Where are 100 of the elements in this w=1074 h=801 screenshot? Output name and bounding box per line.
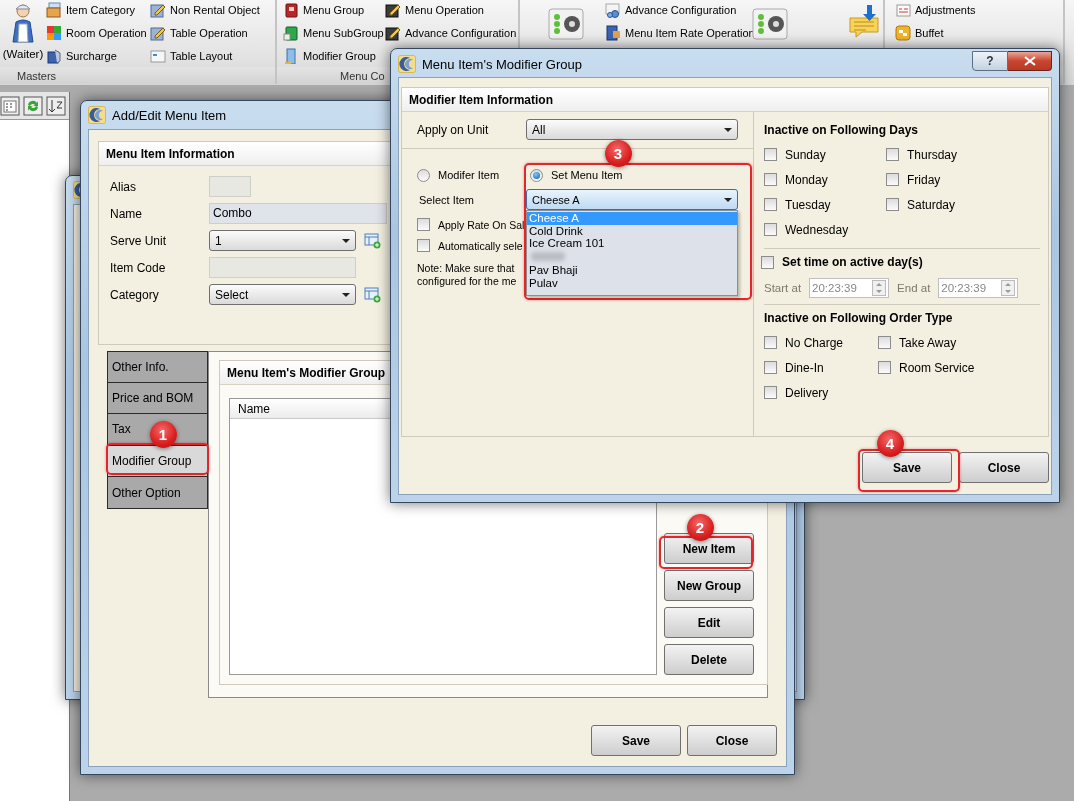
- checkbox[interactable]: [417, 218, 430, 231]
- checkbox[interactable]: [878, 336, 891, 349]
- dropdown-option[interactable]: Pulav: [527, 276, 737, 289]
- ribbon-item[interactable]: Menu Item Rate Operation: [605, 21, 752, 44]
- box-icon: [46, 47, 62, 64]
- refresh-icon[interactable]: [23, 95, 43, 116]
- ribbon-item[interactable]: Menu Operation: [385, 0, 522, 21]
- ribbon-item[interactable]: Adjustments: [895, 0, 1065, 21]
- action-button[interactable]: Edit: [664, 607, 754, 638]
- caret-icon: [342, 238, 350, 243]
- field-label: Serve Unit: [110, 233, 168, 248]
- tile-icon: [895, 24, 911, 41]
- logo-icon: [398, 55, 416, 73]
- checkbox-label: Apply Rate On Sal: [438, 218, 525, 231]
- checkbox-label: Sunday: [785, 147, 826, 162]
- window-title: Menu Item's Modifier Group: [422, 56, 582, 72]
- dialog-button[interactable]: Save: [862, 452, 952, 483]
- ribbon-item[interactable]: Advance Configuration: [385, 21, 522, 44]
- checkbox[interactable]: [764, 386, 777, 399]
- action-button[interactable]: New Group: [664, 570, 754, 601]
- edit-icon: [150, 24, 166, 41]
- column-header: Name: [238, 401, 270, 416]
- tab[interactable]: Other Option: [107, 477, 208, 509]
- dropdown-option[interactable]: Cold Drink: [527, 224, 737, 237]
- ribbon-button[interactable]: (Waiter): [0, 0, 46, 60]
- logo-icon: [88, 106, 106, 124]
- table-add-icon[interactable]: [364, 232, 381, 249]
- ribbon-item[interactable]: Surcharge: [46, 44, 150, 67]
- checkbox[interactable]: [886, 198, 899, 211]
- text-field[interactable]: [209, 176, 251, 197]
- dropdown-option[interactable]: Pav Bhaji: [527, 264, 737, 277]
- close-button[interactable]: [1008, 51, 1052, 71]
- ribbon-item[interactable]: Item Category: [46, 0, 150, 21]
- checkbox[interactable]: [764, 336, 777, 349]
- settings-panel-icon[interactable]: [548, 8, 584, 40]
- checkbox-label: Thursday: [907, 147, 958, 162]
- color-grid-icon: [46, 24, 62, 41]
- document-icon: [605, 24, 621, 41]
- checkbox[interactable]: [764, 223, 777, 236]
- field-label: Select Item: [418, 193, 476, 206]
- text-field[interactable]: [209, 257, 356, 278]
- checkbox-label: Delivery: [785, 385, 829, 400]
- section-title: Modifier Item Information: [402, 88, 1048, 112]
- text-field[interactable]: Combo: [209, 203, 387, 224]
- dialog-button[interactable]: Save: [591, 725, 681, 756]
- note-text: Note: Make sure that configured for the me: [417, 262, 518, 288]
- ribbon-item[interactable]: Table Operation: [150, 21, 274, 44]
- ribbon-item[interactable]: Room Operation: [46, 21, 150, 44]
- section-title: Inactive on Following Order Type: [764, 311, 954, 325]
- group-label: Menu Co: [340, 69, 385, 82]
- dialog-button[interactable]: Close: [687, 725, 777, 756]
- table-add-icon[interactable]: [364, 286, 381, 303]
- sort-icon[interactable]: [46, 95, 66, 116]
- ribbon-item[interactable]: Table Layout: [150, 44, 274, 67]
- ribbon-item[interactable]: Menu Group: [283, 0, 385, 21]
- checkbox-label: Saturday: [907, 197, 956, 212]
- checkbox-label: Wednesday: [785, 222, 849, 237]
- dropdown[interactable]: All: [526, 119, 738, 140]
- close-icon: [1023, 56, 1036, 66]
- dropdown[interactable]: Cheese A: [526, 189, 738, 210]
- checkbox[interactable]: [417, 239, 430, 252]
- ribbon-item[interactable]: Modifier Group: [283, 44, 385, 67]
- field-label: Alias: [110, 179, 137, 194]
- checkbox[interactable]: [878, 361, 891, 374]
- tab[interactable]: Other Info.: [107, 351, 208, 383]
- field-label: End at: [897, 282, 931, 294]
- ribbon-item[interactable]: Buffet: [895, 21, 1065, 44]
- checkbox[interactable]: [764, 198, 777, 211]
- caret-icon: [342, 292, 350, 297]
- dropdown-option[interactable]: Ice Cream 101: [527, 237, 737, 250]
- book-icon: [283, 47, 299, 64]
- checkbox[interactable]: [764, 173, 777, 186]
- settings-panel-icon[interactable]: [752, 8, 788, 40]
- group-label: Masters: [17, 69, 57, 82]
- dialog-button[interactable]: Close: [959, 452, 1049, 483]
- checkbox-label: Take Away: [899, 335, 957, 350]
- ribbon-item[interactable]: Advance Configuration: [605, 0, 752, 21]
- ribbon-item[interactable]: Menu SubGroup: [283, 21, 385, 44]
- cards-icon: [46, 1, 62, 18]
- checkbox[interactable]: [764, 148, 777, 161]
- calendar-icon[interactable]: [0, 95, 20, 116]
- field-label: Name: [110, 206, 143, 221]
- checkbox-label: Monday: [785, 172, 828, 187]
- ribbon-item[interactable]: Non Rental Object: [150, 0, 274, 21]
- radio-button[interactable]: [530, 168, 543, 182]
- dropdown[interactable]: 1: [209, 230, 356, 251]
- checkbox-label: Set time on active day(s): [782, 255, 923, 269]
- checkbox-label: Dine-In: [785, 360, 824, 375]
- edit-icon: [385, 1, 401, 18]
- action-button[interactable]: Delete: [664, 644, 754, 675]
- note-icon[interactable]: [848, 4, 882, 40]
- checkbox[interactable]: [886, 173, 899, 186]
- tab[interactable]: Price and BOM: [107, 382, 208, 415]
- book-icon: [283, 1, 299, 18]
- checkbox[interactable]: [886, 148, 899, 161]
- radio-button[interactable]: [417, 168, 430, 182]
- checkbox[interactable]: [764, 361, 777, 374]
- radio-label: Modifer Item: [438, 169, 500, 181]
- help-button[interactable]: ?: [972, 51, 1008, 71]
- dropdown[interactable]: Select: [209, 284, 356, 305]
